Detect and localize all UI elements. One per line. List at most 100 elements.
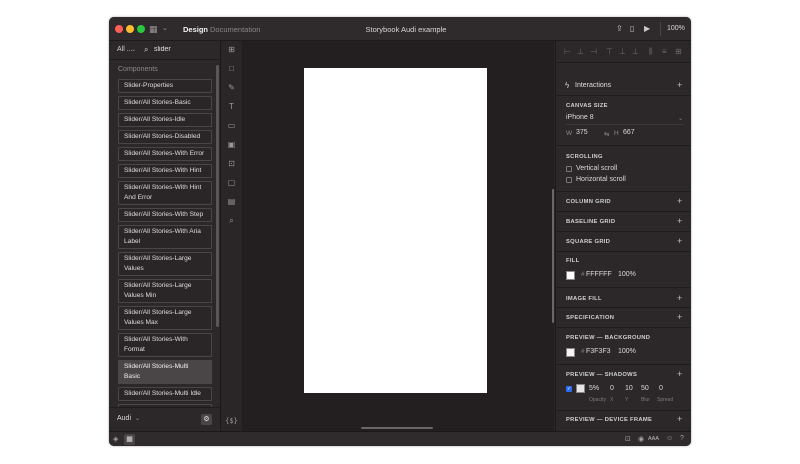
square-grid-heading: SQUARE GRID	[566, 239, 611, 245]
shadow-opacity-input[interactable]: 5%	[589, 385, 599, 392]
variables-button[interactable]: {$}	[221, 417, 242, 425]
fill-opacity-input[interactable]: 100%	[618, 271, 636, 278]
background-hex-input[interactable]: F3F3F3	[586, 348, 611, 355]
shadow-spread-input[interactable]: 0	[659, 385, 663, 392]
vertical-scroll-checkbox[interactable]	[566, 166, 572, 172]
components-scrollbar[interactable]	[216, 65, 219, 327]
frame-icon[interactable]: ▢	[221, 178, 242, 187]
shadow-y-input[interactable]: 10	[625, 385, 633, 392]
align-center-icon[interactable]: ⊥	[577, 47, 584, 56]
preview-icon[interactable]: ⊡	[625, 435, 631, 443]
list-item[interactable]: Slider/All Stories-With Format	[118, 333, 212, 357]
layers-icon[interactable]: ⊡	[221, 159, 242, 168]
add-column-grid-button[interactable]: +	[677, 196, 682, 206]
grid-icon[interactable]: ▦	[149, 24, 158, 35]
swap-icon[interactable]: ⇆	[604, 130, 609, 138]
add-device-frame-button[interactable]: +	[677, 414, 682, 424]
horizontal-scroll-label[interactable]: Horizontal scroll	[576, 176, 626, 183]
list-item[interactable]: Slider/All Stories-Multi Basic	[118, 360, 212, 384]
list-item[interactable]: Slider/All Stories-Disabled	[118, 130, 212, 144]
add-baseline-grid-button[interactable]: +	[677, 216, 682, 226]
align-left-icon[interactable]: ⊢	[564, 47, 571, 56]
tidy-icon[interactable]: ⊞	[675, 47, 682, 56]
width-input[interactable]: 375	[576, 129, 588, 136]
zoom-level[interactable]: 100%	[667, 25, 685, 32]
artboard-icon[interactable]: ⊞	[221, 45, 242, 54]
design-canvas[interactable]	[243, 41, 554, 431]
tab-documentation[interactable]: Documentation	[210, 25, 260, 34]
add-square-grid-button[interactable]: +	[677, 236, 682, 246]
align-top-icon[interactable]: ⊤	[606, 47, 613, 56]
list-item[interactable]: Slider/All Stories-Large Values Min	[118, 279, 212, 303]
list-item[interactable]: Slider/All Stories-With Hint	[118, 164, 212, 178]
fill-hex-input[interactable]: FFFFFF	[586, 271, 612, 278]
chevron-down-icon[interactable]: ⌄	[162, 24, 168, 32]
share-icon[interactable]: ⇪	[616, 24, 623, 33]
canvas-vertical-scrollbar[interactable]	[552, 189, 554, 323]
horizontal-scroll-checkbox[interactable]	[566, 177, 572, 183]
eye-icon[interactable]: ◉	[638, 435, 644, 443]
library-selector[interactable]: Audi	[117, 415, 131, 422]
shadow-color-swatch[interactable]	[576, 384, 585, 393]
list-item[interactable]: Slider/All Stories-Idle	[118, 113, 212, 127]
list-item[interactable]: Slider/All Stories-Large Values	[118, 252, 212, 276]
image-icon[interactable]: ▣	[221, 140, 242, 149]
background-swatch[interactable]	[566, 348, 575, 357]
rectangle-icon[interactable]: □	[221, 64, 242, 73]
search-icon[interactable]: ⌕	[221, 216, 242, 226]
component-icon[interactable]: ▭	[221, 121, 242, 130]
fill-swatch[interactable]	[566, 271, 575, 280]
align-bottom-icon[interactable]: ⊥	[632, 47, 639, 56]
components-panel: All ... ⌄ ⌕ Components Slider-Properties…	[109, 41, 221, 431]
pen-icon[interactable]: ✎	[221, 83, 242, 92]
text-icon[interactable]: T	[221, 102, 242, 111]
add-specification-button[interactable]: +	[677, 312, 682, 322]
device-value[interactable]: iPhone 8	[566, 114, 594, 121]
divider	[556, 410, 691, 411]
close-window-button[interactable]	[115, 25, 123, 33]
emoji-icon[interactable]: ☺	[666, 435, 673, 442]
zoom-window-button[interactable]	[137, 25, 145, 33]
list-item[interactable]: Slider/All Stories-Large Values Max	[118, 306, 212, 330]
add-interaction-button[interactable]: +	[677, 80, 682, 90]
distribute-horizontal-icon[interactable]: ⫼	[649, 47, 653, 57]
shadow-enabled-checkbox[interactable]: ✓	[566, 386, 572, 392]
export-icon[interactable]: ▯	[630, 24, 634, 33]
layers-icon[interactable]: ◈	[113, 435, 118, 443]
artboard[interactable]	[304, 68, 487, 393]
gear-icon[interactable]: ⚙	[201, 414, 212, 425]
help-icon[interactable]: ?	[680, 435, 684, 442]
list-item[interactable]: Slider/All Stories-With Hint And Error	[118, 181, 212, 205]
canvas-horizontal-scrollbar[interactable]	[361, 427, 433, 429]
list-item[interactable]: Slider/All Stories-Multi Idle	[118, 387, 212, 401]
comment-icon[interactable]: ▤	[221, 197, 242, 206]
list-item[interactable]: Slider/All Stories-With Aria Label	[118, 225, 212, 249]
chevron-down-icon[interactable]: ⌄	[131, 46, 136, 53]
chevron-down-icon[interactable]: ⌄	[135, 415, 140, 422]
align-middle-icon[interactable]: ⊥	[619, 47, 626, 56]
background-opacity-input[interactable]: 100%	[618, 348, 636, 355]
add-shadow-button[interactable]: +	[677, 369, 682, 379]
divider	[556, 231, 691, 232]
contrast-check[interactable]: AAA	[648, 436, 659, 442]
shadow-x-input[interactable]: 0	[610, 385, 614, 392]
interactions-label[interactable]: Interactions	[575, 82, 611, 89]
more-options-button[interactable]: ···	[434, 23, 443, 33]
list-item[interactable]: Slider/All Stories-Basic	[118, 96, 212, 110]
height-input[interactable]: 667	[623, 129, 635, 136]
add-image-fill-button[interactable]: +	[677, 293, 682, 303]
list-item[interactable]: Slider-Properties	[118, 79, 212, 93]
play-icon[interactable]: ▶	[644, 24, 650, 33]
vertical-scroll-label[interactable]: Vertical scroll	[576, 165, 617, 172]
chevron-down-icon[interactable]: ⌄	[678, 115, 683, 122]
align-right-icon[interactable]: ⊣	[590, 47, 597, 56]
minimize-window-button[interactable]	[126, 25, 134, 33]
distribute-vertical-icon[interactable]: ≡	[662, 47, 667, 56]
list-item[interactable]: Slider/All Stories-With Error	[118, 147, 212, 161]
search-input[interactable]	[154, 44, 216, 55]
list-item[interactable]: Slider/All Stories-With Step	[118, 208, 212, 222]
tab-design[interactable]: Design	[183, 25, 208, 34]
components-grid-icon[interactable]: ▦	[124, 434, 135, 445]
image-fill-heading: IMAGE FILL	[566, 296, 602, 302]
shadow-blur-input[interactable]: 50	[641, 385, 649, 392]
